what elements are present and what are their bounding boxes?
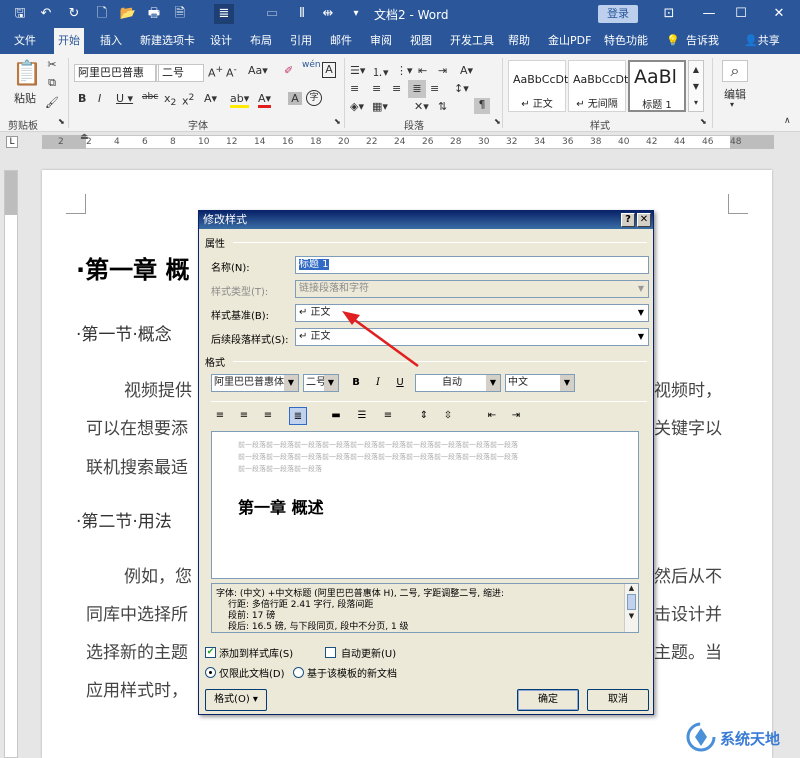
watermark: 系统天地 xyxy=(686,722,796,754)
annotation-arrow xyxy=(342,311,419,368)
watermark-text: 系统天地 xyxy=(720,730,781,748)
arrow-shaft xyxy=(351,316,419,368)
watermark-logo-icon xyxy=(686,722,716,752)
